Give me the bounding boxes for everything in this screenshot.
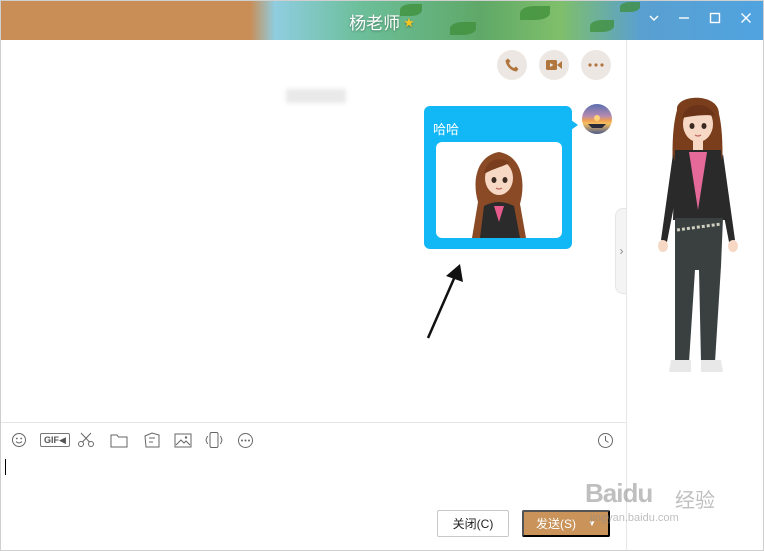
emoji-icon[interactable] [9,430,29,450]
input-toolbar: GIF ◀ [1,422,626,456]
star-icon: ★ [403,15,415,30]
cartoon-girl-sticker [472,152,526,238]
folder-icon[interactable] [108,430,130,450]
gif-icon[interactable]: GIF ◀ [40,433,70,447]
phone-icon [505,58,519,72]
blurred-timestamp [286,89,346,103]
video-call-button[interactable] [539,50,569,80]
send-label: 发送(S) [536,517,577,531]
video-camera-icon [546,60,562,70]
message-input[interactable] [1,456,626,504]
my-avatar[interactable] [582,104,612,134]
shake-window-icon[interactable] [203,430,225,450]
more-icon[interactable] [234,430,256,450]
leaf-decoration [620,2,640,12]
contact-name: 杨老师 [349,14,401,33]
message-image[interactable] [436,142,562,238]
message-bubble[interactable]: 哈哈 [424,106,578,249]
text-caret [5,459,6,475]
voice-call-button[interactable] [497,50,527,80]
chat-history[interactable]: 哈哈 › [1,40,627,422]
watermark-brand: Baidu [585,478,653,508]
baidu-jingyan-watermark: Baidu 经验 jingyan.baidu.com [585,470,755,540]
close-button[interactable]: 关闭(C) [437,510,509,537]
header-actions [497,50,611,80]
watermark-cn: 经验 [675,490,715,512]
watermark-url: jingyan.baidu.com [590,512,679,524]
image-icon[interactable] [172,430,194,450]
ellipsis-icon [588,63,604,67]
chevron-down-icon[interactable] [645,11,663,29]
leaf-decoration [450,22,476,35]
maximize-icon[interactable] [706,11,724,29]
screenshot-scissors-icon[interactable] [75,430,97,450]
doodle-icon[interactable] [141,430,163,450]
leaf-decoration [400,4,422,16]
chevron-right-icon: › [619,244,624,258]
minimize-icon[interactable] [675,11,693,29]
leaf-decoration [520,6,550,20]
close-icon[interactable] [737,11,755,29]
message-text: 哈哈 [433,122,460,137]
show-character [658,97,738,372]
title-bar: 杨老师 ★ [0,0,764,40]
annotation-arrow [426,264,463,339]
more-button[interactable] [581,50,611,80]
history-clock-icon[interactable] [594,430,616,450]
leaf-decoration [590,20,614,32]
